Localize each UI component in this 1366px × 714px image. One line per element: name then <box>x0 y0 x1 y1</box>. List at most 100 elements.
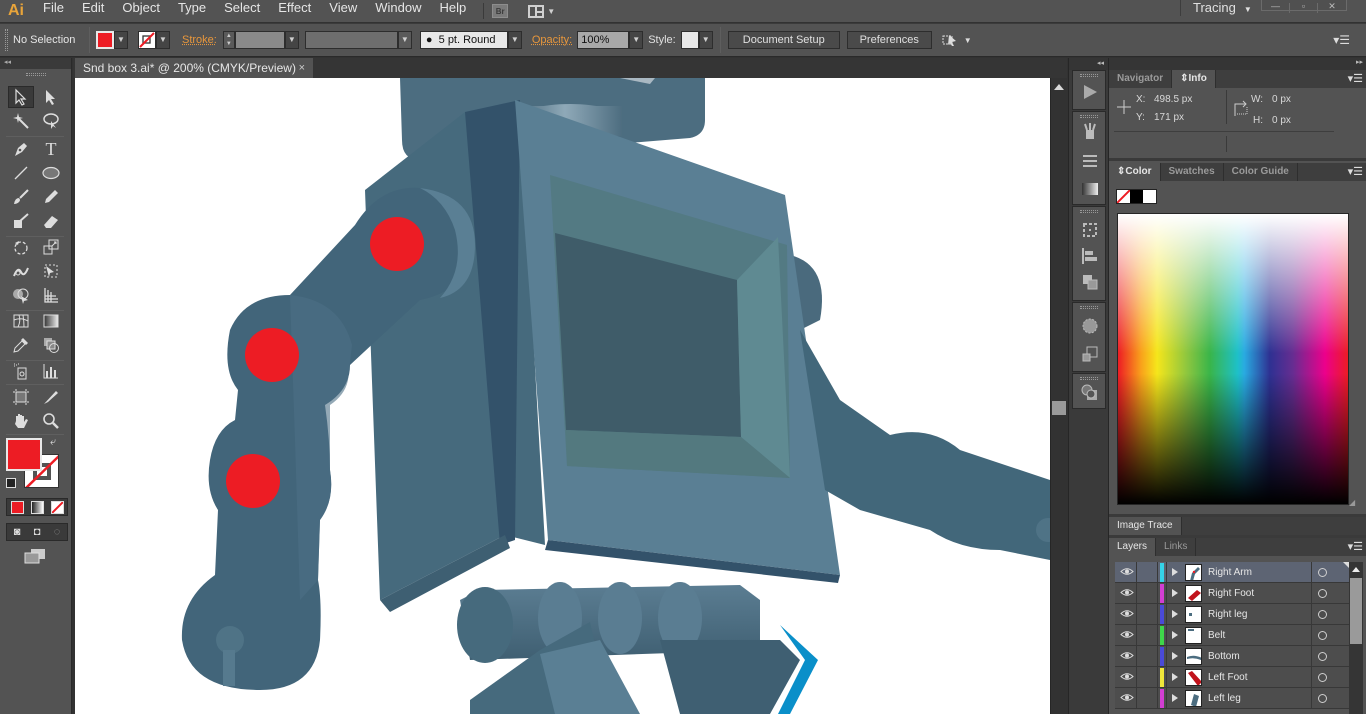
graphic-style-swatch[interactable] <box>680 31 699 49</box>
panel-grip[interactable] <box>25 73 46 76</box>
document-setup-button[interactable]: Document Setup <box>727 31 840 49</box>
canvas-vertical-scrollbar[interactable] <box>1050 78 1067 714</box>
restore-button[interactable]: ▫ <box>1290 2 1318 13</box>
menu-object[interactable]: Object <box>113 0 169 22</box>
scale-tool[interactable] <box>38 236 64 258</box>
expand-triangle-icon[interactable] <box>1172 631 1178 639</box>
preferences-button[interactable]: Preferences <box>846 31 932 49</box>
scrollbar-thumb[interactable] <box>1052 401 1066 415</box>
panel-menu-icon[interactable]: ▾☰ <box>1348 540 1363 553</box>
scroll-up-arrow-icon[interactable] <box>1352 567 1360 572</box>
menu-help[interactable]: Help <box>430 0 475 22</box>
isolate-selected-icon[interactable] <box>942 33 958 47</box>
layer-row[interactable]: Right Arm <box>1115 562 1349 583</box>
menu-edit[interactable]: Edit <box>73 0 113 22</box>
color-spectrum[interactable] <box>1117 213 1349 505</box>
tab-color[interactable]: ⇕Color <box>1109 163 1161 181</box>
transform-icon[interactable] <box>1081 221 1099 239</box>
screen-mode-button[interactable] <box>24 548 46 564</box>
graphic-styles-icon[interactable] <box>1081 345 1099 363</box>
fill-dropdown[interactable]: ▼ <box>114 31 128 49</box>
opacity-input[interactable]: 100% <box>577 31 630 49</box>
align-icon[interactable] <box>1081 247 1099 265</box>
menu-type[interactable]: Type <box>169 0 215 22</box>
zoom-tool[interactable] <box>38 410 64 432</box>
draw-inside-icon[interactable]: ◌ <box>54 526 61 538</box>
minimize-button[interactable]: — <box>1262 2 1290 13</box>
ellipse-tool[interactable] <box>38 162 64 184</box>
visibility-eye-icon[interactable] <box>1120 630 1134 639</box>
line-segment-tool[interactable] <box>8 162 34 184</box>
white-swatch[interactable] <box>1143 190 1156 203</box>
rotate-tool[interactable] <box>8 236 34 258</box>
gradient-panel-icon[interactable] <box>1081 180 1099 198</box>
tab-info[interactable]: ⇕Info <box>1172 70 1216 88</box>
panel-menu-icon[interactable]: ▾☰ <box>1348 72 1363 85</box>
blend-tool[interactable] <box>38 334 64 356</box>
puppet-warp-tool[interactable] <box>8 260 34 282</box>
stroke-dropdown[interactable]: ▼ <box>156 31 170 49</box>
menu-view[interactable]: View <box>320 0 366 22</box>
visibility-eye-icon[interactable] <box>1120 693 1134 702</box>
selection-tool[interactable] <box>8 86 34 108</box>
type-tool[interactable]: T <box>38 138 64 160</box>
lasso-tool[interactable] <box>38 110 64 132</box>
target-circle-icon[interactable] <box>1318 610 1327 619</box>
free-transform-tool[interactable] <box>38 260 64 282</box>
target-circle-icon[interactable] <box>1318 652 1327 661</box>
panel-grip[interactable] <box>5 29 8 51</box>
layer-row[interactable]: Left Foot <box>1115 667 1349 688</box>
perspective-grid-tool[interactable] <box>38 284 64 306</box>
stroke-swatch[interactable] <box>138 31 156 49</box>
variable-width-profile[interactable] <box>304 31 398 49</box>
stroke-label[interactable]: Stroke: <box>182 34 217 46</box>
stroke-weight-dropdown[interactable]: ▼ <box>284 31 299 49</box>
menu-window[interactable]: Window <box>366 0 430 22</box>
lock-toggle[interactable] <box>1157 646 1158 667</box>
stroke-weight-input[interactable] <box>234 31 285 49</box>
actions-play-icon[interactable] <box>1081 83 1099 101</box>
lock-toggle[interactable] <box>1157 688 1158 709</box>
swap-fill-stroke-icon[interactable]: ⤶ <box>50 436 56 449</box>
workspace-switcher[interactable]: Tracing ▼ <box>1180 0 1252 16</box>
column-graph-tool[interactable] <box>38 360 64 382</box>
expand-panels-icon[interactable]: ▸▸ <box>1356 58 1363 66</box>
layer-row[interactable]: Right Foot <box>1115 583 1349 604</box>
eyedropper-tool[interactable] <box>8 334 34 356</box>
panel-grip[interactable] <box>1080 306 1098 309</box>
scrollbar-thumb[interactable] <box>1350 578 1362 644</box>
brush-dropdown[interactable]: ▼ <box>507 31 522 49</box>
target-circle-icon[interactable] <box>1318 673 1327 682</box>
fill-swatch[interactable] <box>96 31 114 49</box>
brush-definition[interactable]: ● 5 pt. Round <box>419 31 508 49</box>
expand-triangle-icon[interactable] <box>1172 610 1178 618</box>
shape-builder-tool[interactable] <box>8 284 34 306</box>
expand-triangle-icon[interactable] <box>1172 673 1178 681</box>
scroll-up-arrow-icon[interactable] <box>1054 84 1064 90</box>
none-mode-button[interactable] <box>50 500 64 514</box>
tab-navigator[interactable]: Navigator <box>1109 70 1173 88</box>
fill-color-box[interactable] <box>6 438 42 471</box>
stroke-lines-icon[interactable] <box>1081 152 1099 170</box>
pencil-tool[interactable] <box>38 186 64 208</box>
brushes-icon[interactable] <box>1081 122 1099 140</box>
draw-normal-icon[interactable]: ◙ <box>14 526 21 538</box>
lock-toggle[interactable] <box>1157 667 1158 688</box>
none-swatch[interactable] <box>1117 190 1130 203</box>
pathfinder-icon[interactable] <box>1081 273 1099 291</box>
chevron-down-icon[interactable]: ▼ <box>547 7 555 16</box>
stroke-weight-stepper[interactable]: ▲ ▼ <box>222 31 235 49</box>
expand-triangle-icon[interactable] <box>1172 694 1178 702</box>
panel-menu-icon[interactable]: ▾☰ <box>1348 165 1363 178</box>
direct-selection-tool[interactable] <box>38 86 64 108</box>
expand-triangle-icon[interactable] <box>1172 652 1178 660</box>
hand-tool[interactable] <box>8 410 34 432</box>
lock-toggle[interactable] <box>1157 562 1158 583</box>
style-dropdown[interactable]: ▼ <box>698 31 713 49</box>
chevron-down-icon[interactable]: ▼ <box>964 36 972 45</box>
menu-select[interactable]: Select <box>215 0 269 22</box>
collapse-dock-icon[interactable]: ◂◂ <box>1069 58 1108 70</box>
close-window-button[interactable]: ✕ <box>1318 2 1346 13</box>
target-circle-icon[interactable] <box>1318 568 1327 577</box>
expand-triangle-icon[interactable] <box>1172 589 1178 597</box>
